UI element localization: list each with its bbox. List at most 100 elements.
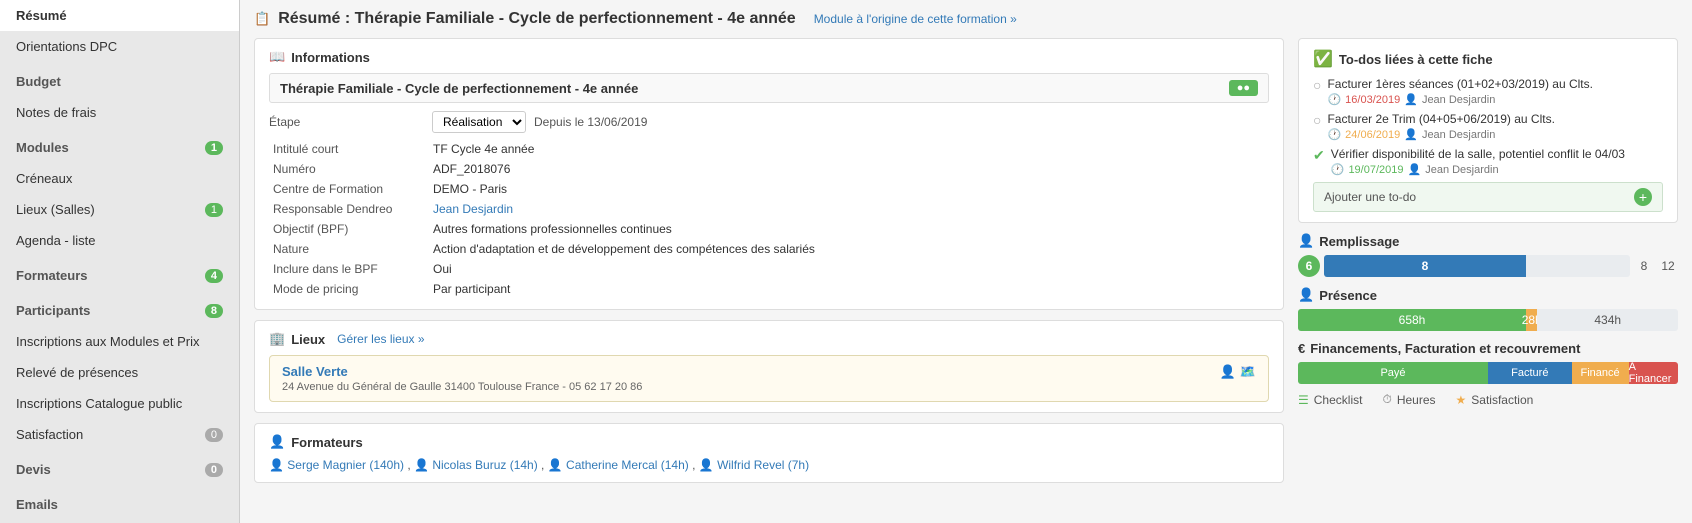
person-icon[interactable]: 👤 [1220,364,1236,380]
person-icon-formateur: 👤 [414,458,429,472]
sidebar-item-emails: Emails [0,485,239,520]
sidebar-item-satisfaction[interactable]: Satisfaction 0 [0,419,239,450]
sidebar-item-participants: Participants 8 [0,291,239,326]
fin-paid: Payé [1298,362,1488,384]
sidebar-item-orientations-dpc[interactable]: Orientations DPC [0,31,239,62]
sidebar-item-agenda-liste[interactable]: Agenda - liste [0,225,239,256]
todo-user-2: Jean Desjardin [1422,129,1495,141]
info-value: Jean Desjardin [429,199,1269,219]
lieux-card: 🏢 Lieux Gérer les lieux » Salle Verte 24… [254,320,1284,413]
sidebar-item-formateurs: Formateurs 4 [0,256,239,291]
remplissage-mid: 8 [1634,259,1654,273]
info-label: Objectif (BPF) [269,219,429,239]
lieu-name[interactable]: Salle Verte [282,364,642,379]
todo-text-3: Vérifier disponibilité de la salle, pote… [1331,147,1625,176]
lieu-address: 24 Avenue du Général de Gaulle 31400 Tou… [282,381,642,393]
todo-text-1: Facturer 1ères séances (01+02+03/2019) a… [1327,77,1593,106]
formateurs-icon: 👤 [269,434,285,450]
clock-icon-2: 🕐 [1327,128,1341,141]
remplissage-section: 👤 Remplissage 6 8 8 12 [1298,233,1678,277]
person-icon-formateur: 👤 [548,458,563,472]
add-todo-button[interactable]: Ajouter une to-do + [1313,182,1663,212]
user-icon-2: 👤 [1404,128,1418,141]
lieux-header: 🏢 Lieux Gérer les lieux » [269,331,1269,347]
etape-select[interactable]: Réalisation [432,111,526,133]
check-circle-icon: ✅ [1313,49,1333,69]
formateur-link[interactable]: Wilfrid Revel (7h) [717,458,809,472]
info-table: Intitulé courtTF Cycle 4e annéeNuméroADF… [269,139,1269,299]
two-column-layout: 📖 Informations Thérapie Familiale - Cycl… [254,38,1678,493]
sidebar-item-budget: Budget [0,62,239,97]
todo-user-1: Jean Desjardin [1422,94,1495,106]
sidebar-item-releve-presences[interactable]: Relevé de présences [0,357,239,388]
presence-bar: 658h 28h 434h [1298,309,1678,331]
formateur-link[interactable]: Serge Magnier (140h) [287,458,404,472]
financement-title: € Financements, Facturation et recouvrem… [1298,341,1678,356]
info-label: Inclure dans le BPF [269,259,429,279]
sidebar-item-resume[interactable]: Résumé [0,0,239,31]
sidebar: Résumé Orientations DPC Budget Notes de … [0,0,240,523]
remplissage-title: 👤 Remplissage [1298,233,1678,249]
sidebar-item-lieux[interactable]: Lieux (Salles) 1 [0,194,239,225]
remplissage-icon: 👤 [1298,233,1314,249]
presence-icon: 👤 [1298,287,1314,303]
checklist-icon: ☰ [1298,393,1309,407]
todo-item-2: ○ Facturer 2e Trim (04+05+06/2019) au Cl… [1313,112,1663,141]
info-value: Autres formations professionnelles conti… [429,219,1269,239]
user-icon-3: 👤 [1408,163,1422,176]
info-label: Intitulé court [269,139,429,159]
todo-text-2: Facturer 2e Trim (04+05+06/2019) au Clts… [1327,112,1554,141]
gerer-lieux-link[interactable]: Gérer les lieux » [337,332,424,346]
formateurs-header: 👤 Formateurs [269,434,1269,450]
todo-check-2: ○ [1313,112,1321,128]
lieu-icons: 👤 🗺️ [1220,364,1256,380]
user-icon-1: 👤 [1404,93,1418,106]
financement-bar: Payé Facturé Financé À Financer [1298,362,1678,384]
remplissage-bar-container: 6 8 8 12 [1298,255,1678,277]
bottom-stats: ☰ Checklist ⏱ Heures ★ Satisfaction [1298,392,1678,407]
formateur-link[interactable]: Nicolas Buruz (14h) [432,458,537,472]
formateur-link[interactable]: Catherine Mercal (14h) [566,458,689,472]
financement-section: € Financements, Facturation et recouvrem… [1298,341,1678,384]
map-icon[interactable]: 🗺️ [1240,364,1256,380]
info-label: Centre de Formation [269,179,429,199]
todo-item-3: ✔ Vérifier disponibilité de la salle, po… [1313,147,1663,176]
euro-icon: € [1298,341,1305,356]
sidebar-item-creneaux[interactable]: Créneaux [0,163,239,194]
star-icon: ★ [1456,393,1467,407]
sidebar-item-inscriptions-modules[interactable]: Inscriptions aux Modules et Prix [0,326,239,357]
info-value: DEMO - Paris [429,179,1269,199]
etape-row: Étape Réalisation Depuis le 13/06/2019 [269,111,1269,133]
info-value: TF Cycle 4e année [429,139,1269,159]
remplissage-fill: 8 [1324,255,1526,277]
stat-satisfaction: ★ Satisfaction [1456,392,1534,407]
sidebar-item-modules: Modules 1 [0,128,239,163]
info-link[interactable]: Jean Desjardin [433,202,513,216]
etape-label: Étape [269,115,424,129]
todos-header: ✅ To-dos liées à cette fiche [1313,49,1663,69]
plus-icon: + [1634,188,1652,206]
info-label: Mode de pricing [269,279,429,299]
sidebar-item-notes-frais[interactable]: Notes de frais [0,97,239,128]
formation-title-bar: Thérapie Familiale - Cycle de perfection… [269,73,1269,103]
sidebar-item-inscriptions-catalogue[interactable]: Inscriptions Catalogue public [0,388,239,419]
formateur-list: 👤 Serge Magnier (140h) , 👤 Nicolas Buruz… [269,458,1269,472]
clock-icon-1: 🕐 [1327,93,1341,106]
sidebar-item-devis: Devis 0 [0,450,239,485]
person-icon-formateur: 👤 [699,458,714,472]
heures-icon: ⏱ [1382,392,1391,407]
todo-date-1: 16/03/2019 [1345,94,1400,106]
module-origin-link[interactable]: Module à l'origine de cette formation » [814,12,1017,26]
formation-title-text: Thérapie Familiale - Cycle de perfection… [280,81,638,96]
presence-section: 👤 Présence 658h 28h 434h [1298,287,1678,331]
info-label: Nature [269,239,429,259]
todos-card: ✅ To-dos liées à cette fiche ○ Facturer … [1298,38,1678,223]
person-icon-formateur: 👤 [269,458,284,472]
stat-heures: ⏱ Heures [1382,392,1435,407]
info-book-icon: 📖 [269,49,285,65]
info-label: Numéro [269,159,429,179]
todo-check-1: ○ [1313,77,1321,93]
todo-check-3: ✔ [1313,147,1325,164]
main-content: 📋 Résumé : Thérapie Familiale - Cycle de… [240,0,1692,523]
lieu-info: Salle Verte 24 Avenue du Général de Gaul… [282,364,642,393]
